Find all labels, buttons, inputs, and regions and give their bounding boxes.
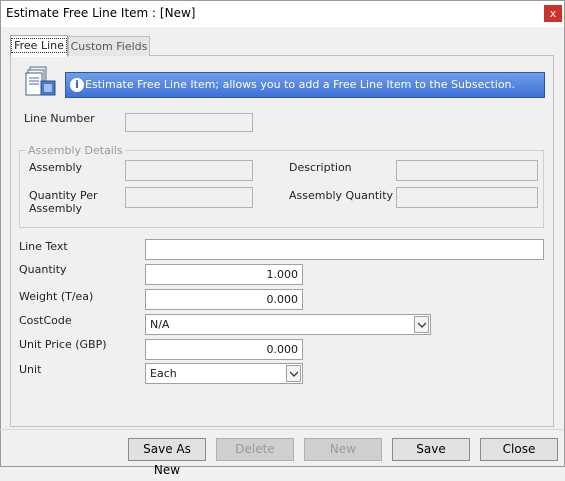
save-as-new-button[interactable]: Save As New xyxy=(128,438,206,477)
chevron-down-icon xyxy=(290,371,298,377)
close-window-button[interactable]: x xyxy=(544,5,562,22)
assembly-field xyxy=(125,160,253,181)
quantity-input[interactable]: 1.000 xyxy=(145,264,303,285)
chevron-down-icon xyxy=(418,322,426,328)
line-number-label: Line Number xyxy=(24,112,95,125)
tab-free-line[interactable]: Free Line xyxy=(10,35,68,57)
line-text-label: Line Text xyxy=(19,240,68,253)
tab-custom-fields[interactable]: Custom Fields xyxy=(68,36,150,56)
unit-label: Unit xyxy=(19,363,42,376)
info-banner: i Estimate Free Line Item; allows you to… xyxy=(65,72,545,98)
banner-text: Estimate Free Line Item; allows you to a… xyxy=(85,78,516,91)
unit-dropdown-button[interactable] xyxy=(286,365,301,382)
assembly-label: Assembly xyxy=(29,161,83,174)
quantity-label: Quantity xyxy=(19,263,67,276)
tab-custom-fields-label: Custom Fields xyxy=(70,40,148,53)
line-text-input[interactable] xyxy=(145,239,544,260)
weight-input[interactable]: 0.000 xyxy=(145,289,303,310)
assembly-quantity-label: Assembly Quantity xyxy=(289,189,394,202)
close-button[interactable]: Close xyxy=(480,438,558,461)
description-field xyxy=(396,160,538,181)
quantity-per-assembly-label-line1: Quantity Per xyxy=(29,189,98,202)
assembly-details-legend: Assembly Details xyxy=(26,144,125,157)
weight-label: Weight (T/ea) xyxy=(19,290,94,303)
footer-divider xyxy=(0,429,563,430)
assembly-quantity-field xyxy=(396,187,538,208)
info-icon: i xyxy=(70,78,84,92)
new-button[interactable]: New xyxy=(304,438,382,461)
delete-button[interactable]: Delete xyxy=(216,438,294,461)
line-number-field xyxy=(125,113,253,132)
cost-code-select[interactable]: N/A xyxy=(145,314,431,335)
unit-price-label: Unit Price (GBP) xyxy=(19,338,107,351)
title-bar: Estimate Free Line Item : [New] x xyxy=(1,1,564,27)
close-icon: x xyxy=(549,7,557,20)
unit-value: Each xyxy=(150,367,177,380)
tab-free-line-label: Free Line xyxy=(11,38,67,53)
line-item-logo-icon xyxy=(24,64,58,98)
description-label: Description xyxy=(289,161,352,174)
cost-code-dropdown-button[interactable] xyxy=(414,316,429,333)
unit-price-input[interactable]: 0.000 xyxy=(145,339,303,360)
window-title: Estimate Free Line Item : [New] xyxy=(6,6,196,20)
cost-code-value: N/A xyxy=(150,318,170,331)
save-button[interactable]: Save xyxy=(392,438,470,461)
quantity-per-assembly-label-line2: Assembly xyxy=(29,202,83,215)
unit-select[interactable]: Each xyxy=(145,363,303,384)
cost-code-label: CostCode xyxy=(19,314,72,327)
quantity-per-assembly-field xyxy=(125,187,253,208)
